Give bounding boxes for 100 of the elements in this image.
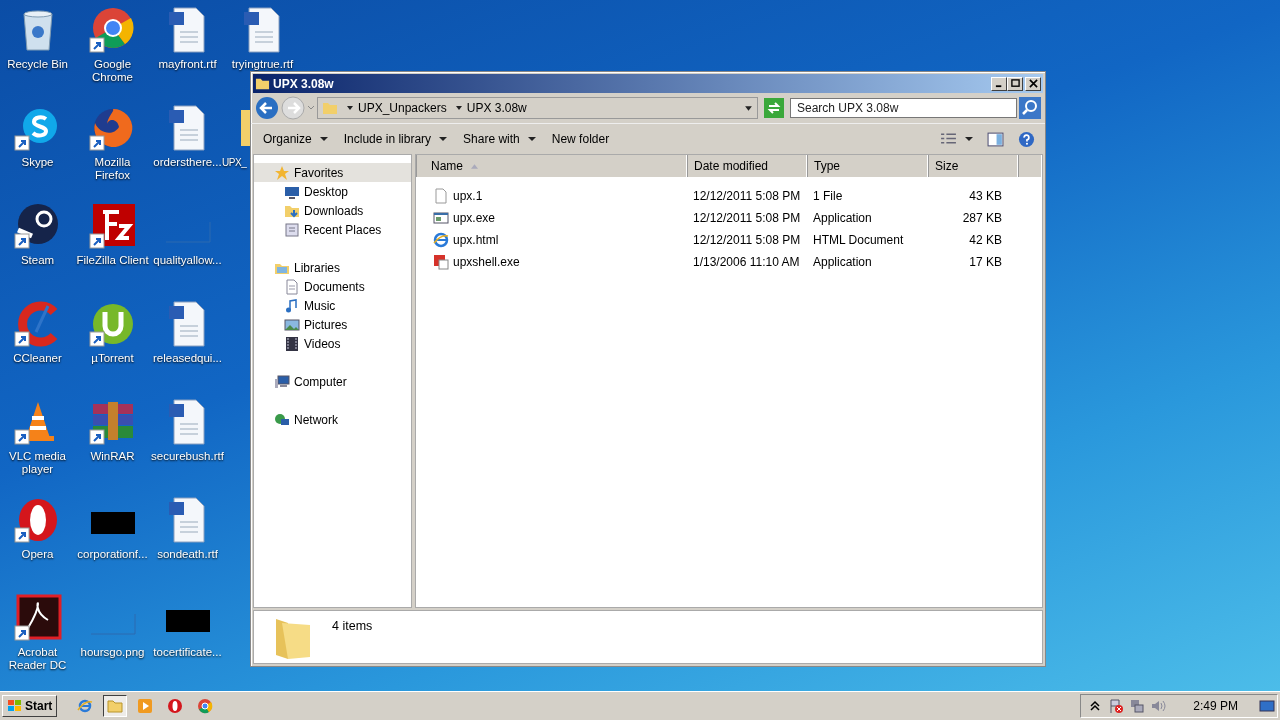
file-size: 42 KB	[969, 233, 1002, 247]
computer-icon	[274, 373, 290, 390]
desktop-icon-label: ordersthere...	[153, 156, 222, 169]
breadcrumb-item[interactable]: UPX_Unpackers	[358, 101, 447, 115]
desktop-icon-label: mayfront.rtf	[158, 58, 217, 71]
network-icon	[274, 411, 290, 428]
file-icon	[433, 188, 449, 204]
navigation-item[interactable]: Network	[254, 410, 411, 429]
desktop-icon-label: tryingtrue.rtf	[231, 58, 294, 71]
caret-icon[interactable]	[454, 104, 463, 112]
date-modified: 1/13/2006 11:10 AM	[693, 255, 800, 269]
program-icon	[433, 254, 449, 270]
desktop-icon-label: Opera	[21, 548, 54, 561]
desktop-icon-label: WinRAR	[90, 450, 135, 463]
sort-arrow-icon	[471, 163, 478, 169]
file-size: 287 KB	[962, 211, 1002, 225]
column-header[interactable]: Size	[928, 155, 1018, 177]
application-icon	[433, 210, 449, 226]
back-button[interactable]	[255, 96, 279, 120]
navigation-item[interactable]: Videos	[254, 334, 411, 353]
file-name[interactable]: upx.1	[453, 189, 483, 203]
navigation-item[interactable]: Documents	[254, 277, 411, 296]
maximize-button[interactable]	[1007, 76, 1023, 91]
close-icon	[1028, 79, 1038, 88]
item-count: 4 items	[332, 619, 373, 633]
desktop-icon-label: securebush.rtf	[151, 450, 224, 463]
file-name[interactable]: upxshell.exe	[453, 255, 520, 269]
navigation-item[interactable]: Favorites	[254, 163, 411, 182]
navigation-item[interactable]: Desktop	[254, 182, 411, 201]
caret-icon	[319, 135, 328, 143]
taskbar-button[interactable]	[103, 695, 128, 717]
maximize-icon	[1010, 79, 1020, 88]
close-button[interactable]	[1025, 76, 1041, 91]
file-type: Application	[813, 255, 872, 269]
file-name[interactable]: upx.html	[453, 233, 499, 247]
help-icon[interactable]	[1018, 130, 1035, 148]
start-button[interactable]: Start	[2, 695, 58, 717]
desktop-icon-label: corporationf...	[77, 548, 148, 561]
caret-icon	[527, 135, 536, 143]
column-header[interactable]: Name	[416, 155, 687, 177]
film-icon	[284, 335, 300, 352]
file-size: 17 KB	[969, 255, 1002, 269]
desktop-icon-label: FileZilla Client	[76, 254, 149, 267]
caret-icon[interactable]	[965, 135, 973, 143]
desktop-icon-label: releasedqui...	[152, 352, 222, 365]
desktop-icon-label: UPX_	[222, 156, 247, 169]
desktop-icon-label: Steam	[20, 254, 55, 267]
file-type: 1 File	[813, 189, 843, 203]
toolbar-button[interactable]: Share with	[455, 128, 544, 150]
window-title: UPX 3.08w	[273, 76, 334, 91]
toolbar-button[interactable]: Organize	[255, 128, 336, 150]
date-modified: 12/12/2011 5:08 PM	[693, 189, 801, 203]
file-name[interactable]: upx.exe	[453, 211, 496, 225]
desktop-icon-label: VLC media player	[8, 450, 67, 476]
desktop-icon-label: Mozilla Firefox	[93, 156, 132, 182]
show-desktop-icon[interactable]	[1259, 698, 1275, 714]
caret-icon	[439, 135, 448, 143]
chrome-icon[interactable]	[88, 6, 137, 54]
navigation-item[interactable]: Computer	[254, 372, 411, 391]
filezilla-icon[interactable]	[88, 202, 137, 250]
toolbar-button[interactable]: New folder	[543, 128, 618, 150]
file-size: 43 KB	[969, 189, 1002, 203]
date-modified: 12/12/2011 5:08 PM	[693, 211, 801, 225]
date-modified: 12/12/2011 5:08 PM	[693, 233, 801, 247]
recent-places-icon	[284, 221, 300, 238]
flag-icon[interactable]	[1108, 698, 1125, 714]
folder-icon	[255, 76, 270, 91]
desktop-icon-label: tocertificate...	[153, 646, 222, 659]
caret-icon[interactable]	[744, 103, 753, 113]
refresh-button[interactable]	[764, 98, 784, 118]
windows-logo-icon	[7, 698, 23, 714]
desktop-icon-label: CCleaner	[13, 352, 62, 365]
minimize-button[interactable]	[991, 76, 1007, 91]
network-icon[interactable]	[1129, 698, 1146, 714]
chrome-icon	[197, 698, 214, 714]
column-header[interactable]: Date modified	[687, 155, 807, 177]
desktop-icon-label: sondeath.rtf	[157, 548, 218, 561]
toolbar-button[interactable]: Include in library	[335, 128, 456, 150]
navigation-item[interactable]: Music	[254, 296, 411, 315]
clock[interactable]: 2:49 PM	[1193, 699, 1238, 713]
navigation-item[interactable]: Recent Places	[254, 220, 411, 239]
file-type: Application	[813, 211, 872, 225]
preview-pane-icon[interactable]	[987, 130, 1004, 148]
navigation-item[interactable]: Downloads	[254, 201, 411, 220]
caret-icon[interactable]	[346, 104, 354, 112]
desktop-icon-label: qualityallow...	[153, 254, 222, 267]
address-bar[interactable]: UPX_Unpackers UPX 3.08w	[317, 97, 758, 119]
search-icon[interactable]	[1019, 97, 1041, 119]
search-field[interactable]: Search UPX 3.08w	[790, 98, 1017, 118]
breadcrumb-item[interactable]: UPX 3.08w	[466, 101, 527, 115]
navigation-item[interactable]: Pictures	[254, 315, 411, 334]
desktop-icon-label: hoursgo.png	[80, 646, 145, 659]
desktop-icon-label: Recycle Bin	[7, 58, 68, 71]
desktop-icon-label: µTorrent	[91, 352, 134, 365]
desktop-icon-label: Skype	[21, 156, 54, 169]
media-player-icon	[137, 698, 154, 714]
acrobat-icon[interactable]	[13, 594, 62, 642]
navigation-item[interactable]: Libraries	[254, 258, 411, 277]
desktop-icon-label: Google Chrome	[91, 58, 134, 84]
column-header[interactable]: Type	[807, 155, 928, 177]
